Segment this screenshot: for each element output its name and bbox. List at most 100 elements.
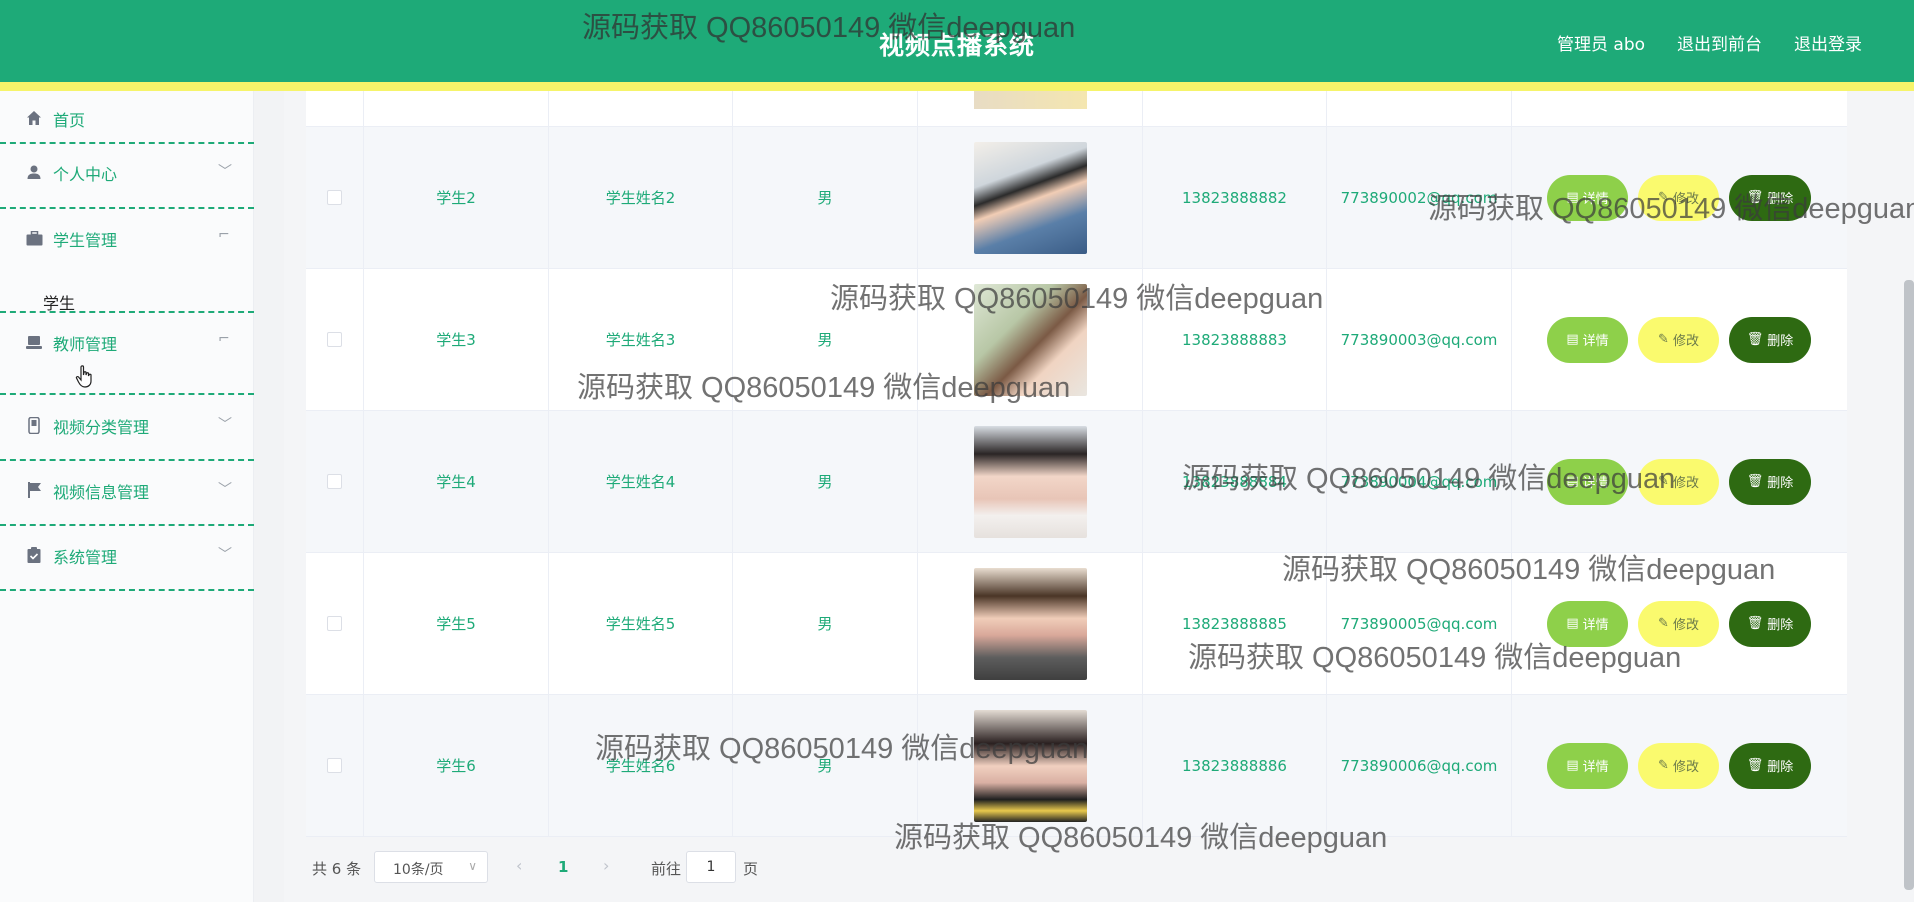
student-photo: [973, 283, 1087, 396]
menu-divider: [0, 207, 254, 209]
student-photo: [973, 141, 1087, 254]
sidebar-item-video-info-mgmt[interactable]: 视频信息管理 ﹀: [0, 465, 254, 515]
sidebar-item-video-category-mgmt[interactable]: 视频分类管理 ﹀: [0, 400, 254, 450]
row-checkbox[interactable]: [327, 332, 342, 347]
top-header: 视频点播系统 管理员 abo 退出到前台 退出登录 源码获取 QQ8605014…: [0, 0, 1914, 82]
page-unit-label: 页: [743, 860, 759, 878]
student-photo: [973, 425, 1087, 538]
gender-cell: 男: [733, 411, 918, 552]
document-icon: ▤: [1566, 190, 1579, 205]
account-cell: 学生3: [364, 269, 549, 410]
content-gutter: [254, 91, 284, 902]
name-cell: 学生姓名5: [549, 553, 733, 694]
sidebar-item-student-mgmt[interactable]: 学生管理 ⌐: [0, 213, 254, 263]
name-cell: 学生姓名6: [549, 695, 733, 836]
menu-divider: [0, 142, 254, 144]
row-checkbox[interactable]: [327, 616, 342, 631]
page-size-select[interactable]: 10条/页 ∨: [374, 851, 488, 883]
sidebar-item-label: 视频信息管理: [53, 483, 150, 502]
email-cell: 773890005@qq.com: [1327, 553, 1512, 694]
admin-user-label[interactable]: 管理员 abo: [1557, 30, 1645, 55]
gender-cell: 男: [733, 553, 918, 694]
sidebar-item-label: 学生管理: [53, 231, 118, 250]
detail-button[interactable]: ▤ 详情: [1547, 458, 1628, 505]
app-root: 视频点播系统 管理员 abo 退出到前台 退出登录 源码获取 QQ8605014…: [0, 0, 1914, 902]
pencil-icon: ✎: [1658, 190, 1669, 205]
delete-button[interactable]: 🗑 删除: [1729, 600, 1811, 647]
logout-link[interactable]: 退出登录: [1794, 30, 1862, 55]
menu-divider: [0, 524, 254, 526]
pencil-icon: ✎: [1658, 758, 1669, 773]
chevron-down-icon: ﹀: [218, 417, 232, 433]
student-photo: [973, 709, 1087, 822]
phone-cell: 13823888883: [1143, 269, 1327, 410]
delete-button[interactable]: 🗑 删除: [1729, 316, 1811, 363]
sidebar-item-label: 视频分类管理: [53, 418, 150, 437]
sidebar-item-profile[interactable]: 个人中心 ﹀: [0, 147, 254, 197]
edit-button[interactable]: ✎ 修改: [1638, 174, 1719, 221]
total-count: 共 6 条: [312, 860, 362, 878]
detail-button[interactable]: ▤ 详情: [1547, 742, 1628, 789]
document-icon: ▤: [1566, 758, 1579, 773]
exit-to-front-link[interactable]: 退出到前台: [1677, 30, 1762, 55]
goto-page-input[interactable]: 1: [686, 851, 736, 883]
row-checkbox[interactable]: [327, 758, 342, 773]
gender-cell: 男: [733, 269, 918, 410]
delete-button[interactable]: 🗑 删除: [1729, 742, 1811, 789]
trash-icon: 🗑: [1746, 190, 1764, 205]
document-icon: ▤: [1566, 616, 1579, 631]
table-row: 学生6 学生姓名6 男 13823888886 773890006@qq.com…: [306, 695, 1847, 837]
menu-divider: [0, 459, 254, 461]
header-accent-stripe: [0, 82, 1914, 91]
edit-button[interactable]: ✎ 修改: [1638, 458, 1719, 505]
row-checkbox[interactable]: [327, 474, 342, 489]
next-page-button[interactable]: ›: [603, 856, 609, 875]
gender-cell: 男: [733, 695, 918, 836]
row-checkbox[interactable]: [327, 190, 342, 205]
sidebar-item-label: 教师管理: [53, 335, 118, 354]
chevron-up-icon: ⌐: [218, 227, 230, 243]
account-cell: 学生5: [364, 553, 549, 694]
page-number-current[interactable]: 1: [558, 858, 568, 876]
sidebar-item-label: 个人中心: [53, 165, 118, 184]
edit-button[interactable]: ✎ 修改: [1638, 316, 1719, 363]
laptop-icon: [24, 332, 44, 352]
edit-button[interactable]: ✎ 修改: [1638, 742, 1719, 789]
email-cell: 773890004@qq.com: [1327, 411, 1512, 552]
detail-button[interactable]: ▤ 详情: [1547, 600, 1628, 647]
pencil-icon: ✎: [1658, 474, 1669, 489]
edit-button[interactable]: ✎ 修改: [1638, 600, 1719, 647]
detail-button[interactable]: ▤ 详情: [1547, 174, 1628, 221]
sidebar-item-system-mgmt[interactable]: 系统管理 ﹀: [0, 530, 254, 580]
chevron-icon: ⌐: [218, 331, 230, 347]
sidebar-item-home[interactable]: 首页: [0, 93, 254, 143]
sidebar-menu: 首页 个人中心 ﹀ 学生管理 ⌐ 学生 教师管理 ⌐ 视频分类管理 ﹀ 视频信息…: [0, 91, 816, 902]
email-cell: 773890002@qq.com: [1327, 127, 1512, 268]
vertical-scrollbar[interactable]: [1904, 280, 1914, 890]
phone-cell: 13823888882: [1143, 127, 1327, 268]
detail-button[interactable]: ▤ 详情: [1547, 316, 1628, 363]
delete-button[interactable]: 🗑 删除: [1729, 174, 1811, 221]
table-row: [306, 91, 1847, 127]
prev-page-button[interactable]: ‹: [516, 856, 522, 875]
pencil-icon: ✎: [1658, 332, 1669, 347]
user-icon: [24, 162, 44, 182]
email-cell: 773890003@qq.com: [1327, 269, 1512, 410]
student-photo: [973, 91, 1087, 109]
table-row: 学生2 学生姓名2 男 13823888882 773890002@qq.com…: [306, 127, 1847, 269]
sidebar-item-teacher-mgmt[interactable]: 教师管理 ⌐: [0, 317, 254, 367]
trash-icon: 🗑: [1746, 474, 1764, 489]
menu-divider: [0, 311, 254, 313]
menu-divider: [0, 589, 254, 591]
account-cell: 学生2: [364, 127, 549, 268]
trash-icon: 🗑: [1746, 332, 1764, 347]
flag-icon: [24, 480, 44, 500]
briefcase-icon: [24, 228, 44, 248]
gender-cell: 男: [733, 127, 918, 268]
trash-icon: 🗑: [1746, 616, 1764, 631]
account-cell: 学生4: [364, 411, 549, 552]
phone-cell: 13823888885: [1143, 553, 1327, 694]
name-cell: 学生姓名4: [549, 411, 733, 552]
home-icon: [24, 108, 44, 128]
delete-button[interactable]: 🗑 删除: [1729, 458, 1811, 505]
